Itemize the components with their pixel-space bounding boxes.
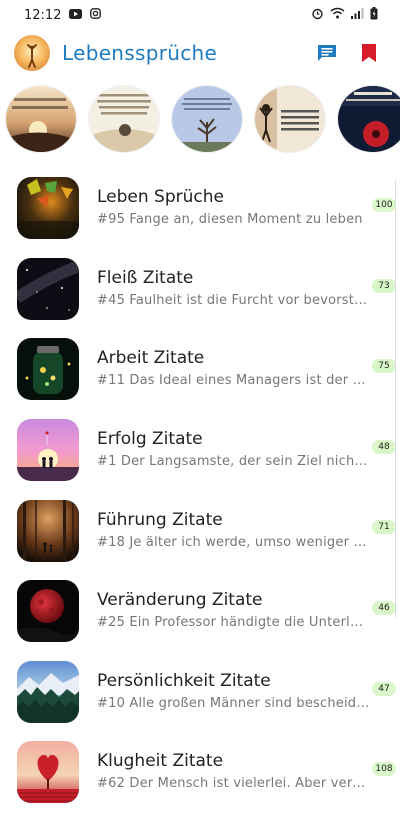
category-list: Leben Sprüche #95 Fange an, diesen Momen…: [0, 168, 400, 813]
category-thumbnail: [17, 741, 79, 804]
category-thumbnail: [17, 338, 79, 401]
status-time: 12:12: [24, 7, 62, 23]
category-preview: #10 Alle großen Männer sind bescheiden: [97, 695, 370, 711]
list-item[interactable]: Klugheit Zitate #62 Der Mensch ist viele…: [0, 732, 400, 813]
list-item[interactable]: Veränderung Zitate #25 Ein Professor hän…: [0, 571, 400, 652]
category-thumbnail: [17, 660, 79, 723]
category-thumbnail: [17, 257, 79, 320]
category-preview: #45 Faulheit ist die Furcht vor bevorste…: [97, 292, 370, 308]
app-bar: Lebenssprüche: [0, 30, 400, 76]
youtube-icon: [69, 8, 83, 23]
category-thumbnail: [17, 177, 79, 240]
stories-row: [0, 79, 400, 159]
battery-icon: [370, 6, 378, 24]
category-title: Arbeit Zitate: [97, 348, 205, 369]
list-item[interactable]: Persönlichkeit Zitate #10 Alle großen Mä…: [0, 652, 400, 733]
chat-icon: [318, 45, 336, 61]
app-title: Lebenssprüche: [62, 41, 218, 65]
category-title: Fleiß Zitate: [97, 267, 194, 288]
count-badge: 75: [372, 359, 396, 374]
category-title: Klugheit Zitate: [97, 751, 224, 772]
wifi-icon: [330, 7, 345, 23]
list-item[interactable]: Führung Zitate #18 Je älter ich werde, u…: [0, 490, 400, 571]
instagram-icon: [90, 7, 102, 23]
category-preview: #1 Der Langsamste, der sein Ziel nicht a…: [97, 454, 370, 470]
category-thumbnail: [17, 580, 79, 643]
count-badge: 100: [372, 198, 396, 212]
category-preview: #11 Das Ideal eines Managers ist der Man…: [97, 373, 370, 389]
category-preview: #95 Fange an, diesen Moment zu leben: [97, 212, 363, 228]
story-item[interactable]: [89, 86, 159, 152]
list-item[interactable]: Erfolg Zitate #1 Der Langsamste, der sei…: [0, 410, 400, 491]
category-title: Leben Sprüche: [97, 187, 224, 208]
story-item[interactable]: [6, 86, 76, 152]
category-title: Erfolg Zitate: [97, 429, 203, 450]
story-item[interactable]: [255, 86, 325, 152]
count-badge: 108: [372, 762, 396, 777]
scroll-edge-indicator: [395, 178, 400, 618]
status-bar: 12:12: [0, 0, 400, 30]
count-badge: 48: [372, 439, 396, 454]
alarm-icon: [311, 7, 324, 24]
category-title: Persönlichkeit Zitate: [97, 670, 271, 691]
category-preview: #62 Der Mensch ist vielerlei. Aber vernü…: [97, 776, 370, 792]
count-badge: 71: [372, 520, 396, 535]
count-badge: 47: [372, 681, 396, 696]
list-item[interactable]: Leben Sprüche #95 Fange an, diesen Momen…: [0, 168, 400, 249]
count-badge: 46: [372, 600, 396, 615]
bookmark-icon: [362, 44, 376, 62]
story-item[interactable]: [338, 86, 400, 152]
count-badge: 73: [372, 278, 396, 293]
category-preview: #25 Ein Professor händigte die Unterlage…: [97, 615, 370, 631]
category-title: Veränderung Zitate: [97, 590, 263, 611]
app-logo: [14, 35, 50, 71]
list-item[interactable]: Arbeit Zitate #11 Das Ideal eines Manage…: [0, 329, 400, 410]
chat-button[interactable]: [310, 36, 344, 70]
category-thumbnail: [17, 419, 79, 482]
signal-icon: [351, 7, 364, 23]
category-title: Führung Zitate: [97, 509, 223, 530]
bookmark-button[interactable]: [352, 36, 386, 70]
category-preview: #18 Je älter ich werde, umso weniger ach…: [97, 534, 370, 550]
story-item[interactable]: [172, 86, 242, 152]
category-thumbnail: [17, 499, 79, 562]
list-item[interactable]: Fleiß Zitate #45 Faulheit ist die Furcht…: [0, 249, 400, 330]
